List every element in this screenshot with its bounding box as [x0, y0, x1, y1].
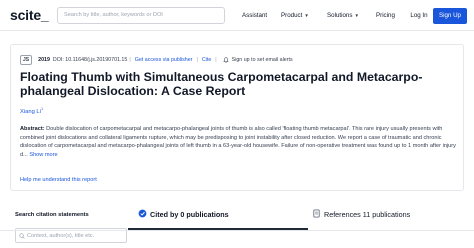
journal-badge: JS [20, 55, 33, 65]
tabs-divider [0, 230, 474, 231]
meta-separator: | [129, 57, 131, 63]
access-link[interactable]: Get access via publisher [135, 57, 193, 63]
search-input[interactable]: Search by title, author, keywords or DOI [57, 7, 225, 24]
email-alert-link[interactable]: Sign up to set email alerts [232, 57, 293, 63]
abstract-label: Abstract: [20, 126, 45, 132]
signup-button[interactable]: Sign Up [433, 8, 467, 24]
abstract: Abstract: Double dislocation of carpomet… [20, 125, 460, 159]
top-header: scite_ Search by title, author, keywords… [0, 0, 474, 31]
cite-link[interactable]: Cite [202, 57, 211, 63]
search-icon [19, 233, 25, 239]
citation-search-placeholder: Context, author(s), title etc. [27, 233, 95, 239]
cited-by-label: Cited by 0 publications [150, 210, 229, 219]
abstract-text: Double dislocation of carpometacarpal an… [20, 126, 456, 158]
help-understand-link[interactable]: Help me understand this report [20, 177, 97, 183]
meta-separator: | [215, 57, 217, 63]
nav-solutions[interactable]: Solutions ▼ [327, 12, 359, 19]
nav-pricing-label: Pricing [376, 12, 395, 19]
author-name: Xiang Li [20, 108, 41, 115]
tab-references[interactable]: References 11 publications [310, 200, 464, 230]
cited-by-icon [138, 209, 147, 218]
author-affiliation-marker: 1 [40, 107, 44, 111]
scite-logo[interactable]: scite_ [10, 7, 49, 23]
tab-cited-by[interactable]: Cited by 0 publications [128, 200, 308, 230]
references-label: References 11 publications [324, 210, 411, 219]
nav-product-label: Product [281, 12, 303, 19]
bell-icon[interactable] [222, 57, 229, 63]
chevron-down-icon: ▼ [304, 13, 309, 18]
chevron-down-icon: ▼ [354, 13, 359, 18]
meta-separator: | [196, 57, 198, 63]
paper-year: 2019 [38, 57, 50, 63]
paper-title: Floating Thumb with Simultaneous Carpome… [20, 70, 423, 98]
paper-doi: DOI: 10.11648/j.js.20190701.15 [52, 57, 128, 63]
author-link[interactable]: Xiang Li1 [20, 107, 43, 115]
nav-product[interactable]: Product ▼ [281, 12, 309, 19]
show-more-link[interactable]: Show more [29, 152, 57, 158]
paper-meta: JS 2019 DOI: 10.11648/j.js.20190701.15 |… [20, 55, 293, 65]
paper-card: JS 2019 DOI: 10.11648/j.js.20190701.15 |… [10, 44, 464, 191]
search-citation-title: Search citation statements [15, 212, 89, 218]
nav-assistant[interactable]: Assistant [242, 12, 267, 19]
nav-assistant-label: Assistant [242, 12, 268, 19]
nav-pricing[interactable]: Pricing [376, 12, 395, 19]
login-button[interactable]: Log In [407, 8, 431, 23]
references-icon [313, 209, 320, 218]
nav-solutions-label: Solutions [327, 12, 353, 19]
